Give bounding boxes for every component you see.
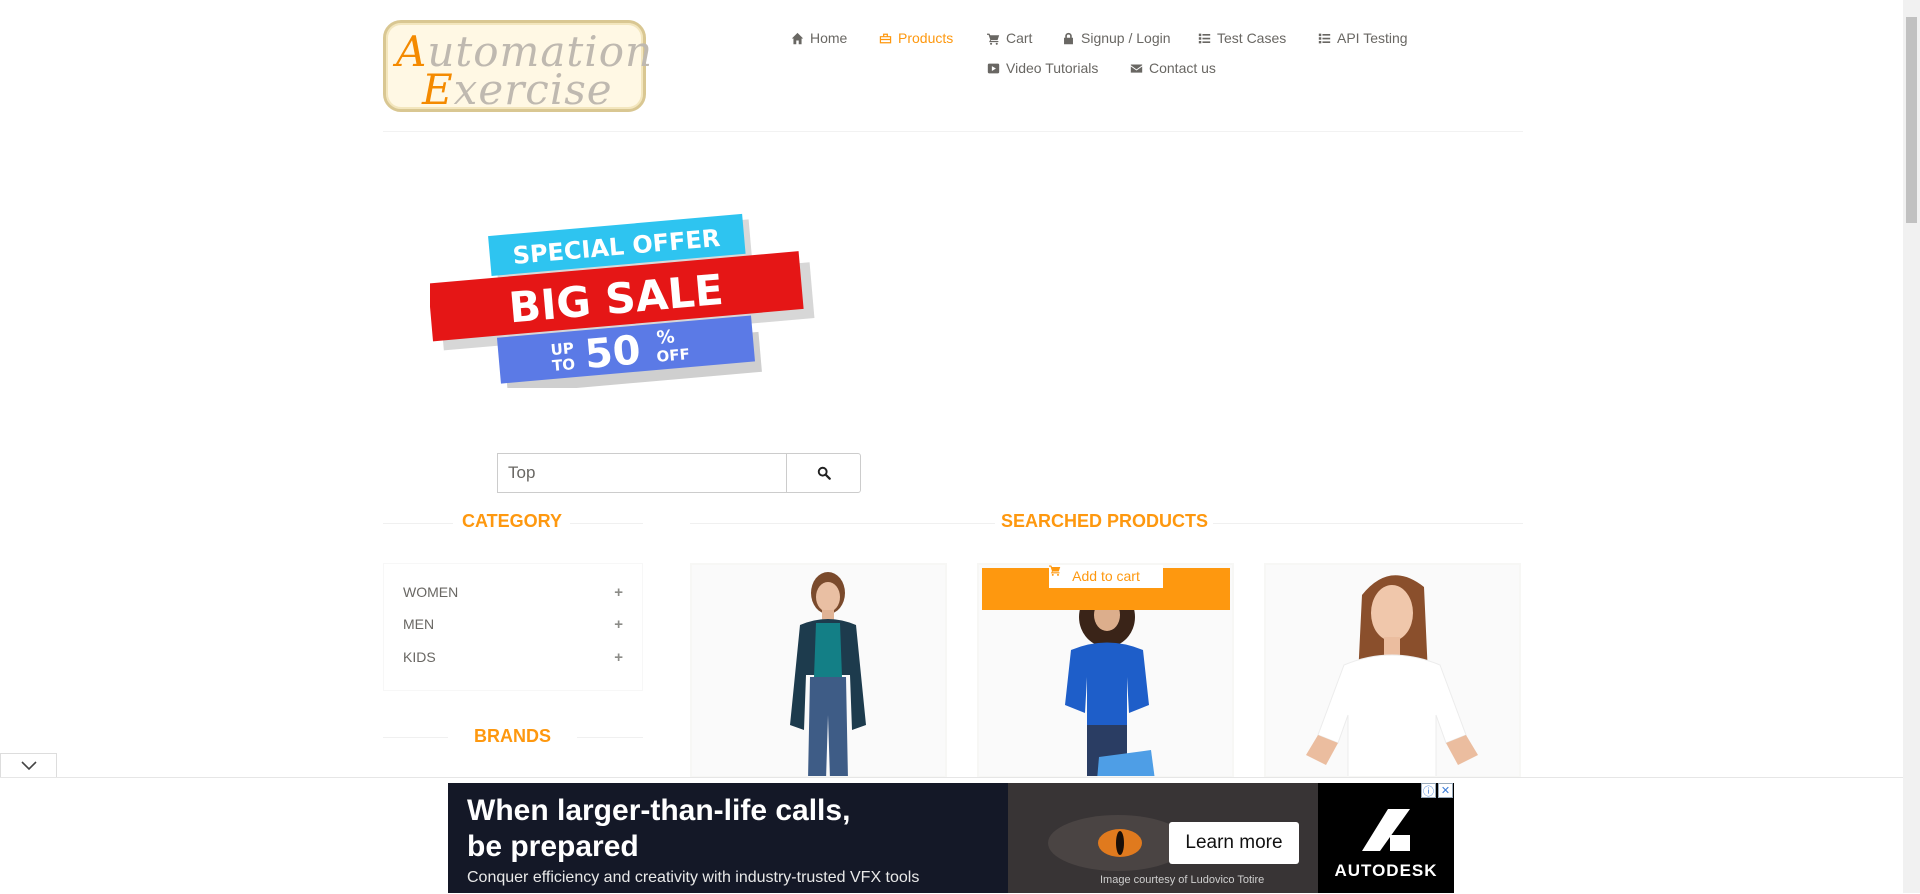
nav-cart[interactable]: Cart bbox=[987, 30, 1032, 46]
category-title: CATEGORY bbox=[462, 511, 563, 531]
nav-video-tutorials[interactable]: Video Tutorials bbox=[987, 60, 1098, 76]
site-logo[interactable]: Automation Exercise bbox=[383, 20, 652, 114]
search-icon bbox=[817, 466, 831, 480]
category-kids[interactable]: KIDS + bbox=[403, 649, 623, 666]
brands-title: BRANDS bbox=[474, 726, 552, 746]
ad-subtitle: Conquer efficiency and creativity with i… bbox=[467, 869, 920, 886]
list-icon bbox=[1318, 33, 1331, 43]
category-men[interactable]: MEN + bbox=[403, 616, 623, 633]
envelope-icon bbox=[1130, 63, 1143, 73]
brands-title-line-right bbox=[577, 737, 643, 738]
ad-credit: Image courtesy of Ludovico Totire bbox=[1100, 874, 1265, 886]
cart-icon bbox=[1049, 565, 1061, 576]
product-overlay: Add to cart bbox=[982, 565, 1230, 610]
header-divider bbox=[383, 131, 1523, 132]
logo-line-2: Exercise bbox=[422, 65, 613, 114]
search-button[interactable] bbox=[786, 453, 861, 493]
youtube-icon bbox=[987, 63, 1000, 73]
learn-more-button[interactable]: Learn more bbox=[1169, 822, 1299, 864]
nav-test-cases[interactable]: Test Cases bbox=[1198, 30, 1286, 46]
product-image bbox=[692, 565, 945, 776]
nav-api-testing[interactable]: API Testing bbox=[1318, 30, 1408, 46]
nav-contact-us[interactable]: Contact us bbox=[1130, 60, 1216, 76]
autodesk-logo-icon bbox=[1362, 809, 1410, 851]
nav-products[interactable]: Products bbox=[879, 30, 953, 46]
product-card[interactable] bbox=[690, 563, 947, 778]
products-title-line-left bbox=[690, 523, 995, 524]
sale-banner: SPECIAL OFFER BIG SALE UP TO 50 % OFF bbox=[430, 213, 815, 388]
category-panel: WOMEN + MEN + KIDS + bbox=[383, 563, 643, 691]
category-title-line-right bbox=[570, 523, 643, 524]
brands-title-line-left bbox=[383, 737, 448, 738]
product-image bbox=[1266, 565, 1519, 776]
category-title-line-left bbox=[383, 523, 453, 524]
product-card[interactable]: Add to cart bbox=[977, 563, 1234, 778]
ad-close-icon[interactable]: ✕ bbox=[1438, 783, 1453, 798]
cart-icon bbox=[987, 33, 1000, 45]
plus-icon[interactable]: + bbox=[614, 616, 623, 633]
ad-collapse-tab[interactable] bbox=[0, 753, 57, 777]
nav-home[interactable]: Home bbox=[791, 30, 847, 46]
banner-percent: % bbox=[656, 326, 676, 348]
chevron-down-icon bbox=[20, 760, 37, 770]
autodesk-brand: AUTODESK bbox=[1318, 783, 1454, 893]
scrollbar-thumb[interactable] bbox=[1906, 17, 1917, 223]
lock-icon bbox=[1064, 32, 1073, 44]
category-women[interactable]: WOMEN + bbox=[403, 584, 623, 601]
list-icon bbox=[1198, 33, 1211, 43]
products-icon bbox=[879, 33, 892, 43]
advertisement[interactable]: When larger-than-life calls, be prepared… bbox=[448, 783, 1454, 893]
plus-icon[interactable]: + bbox=[614, 649, 623, 666]
home-icon bbox=[791, 32, 804, 44]
plus-icon[interactable]: + bbox=[614, 584, 623, 601]
searched-products-title: SEARCHED PRODUCTS bbox=[1001, 511, 1209, 531]
banner-fifty: 50 bbox=[583, 327, 642, 378]
products-title-line-right bbox=[1213, 523, 1523, 524]
nav-signup-login[interactable]: Signup / Login bbox=[1062, 30, 1171, 46]
product-card[interactable] bbox=[1264, 563, 1521, 778]
ad-info-icon[interactable]: ⓘ bbox=[1421, 783, 1436, 798]
search-product-input[interactable] bbox=[497, 453, 787, 493]
banner-to: TO bbox=[551, 355, 575, 375]
banner-off: OFF bbox=[656, 345, 691, 366]
add-to-cart-button[interactable]: Add to cart bbox=[1049, 565, 1163, 588]
ad-headline: When larger-than-life calls, be prepared bbox=[467, 794, 851, 863]
